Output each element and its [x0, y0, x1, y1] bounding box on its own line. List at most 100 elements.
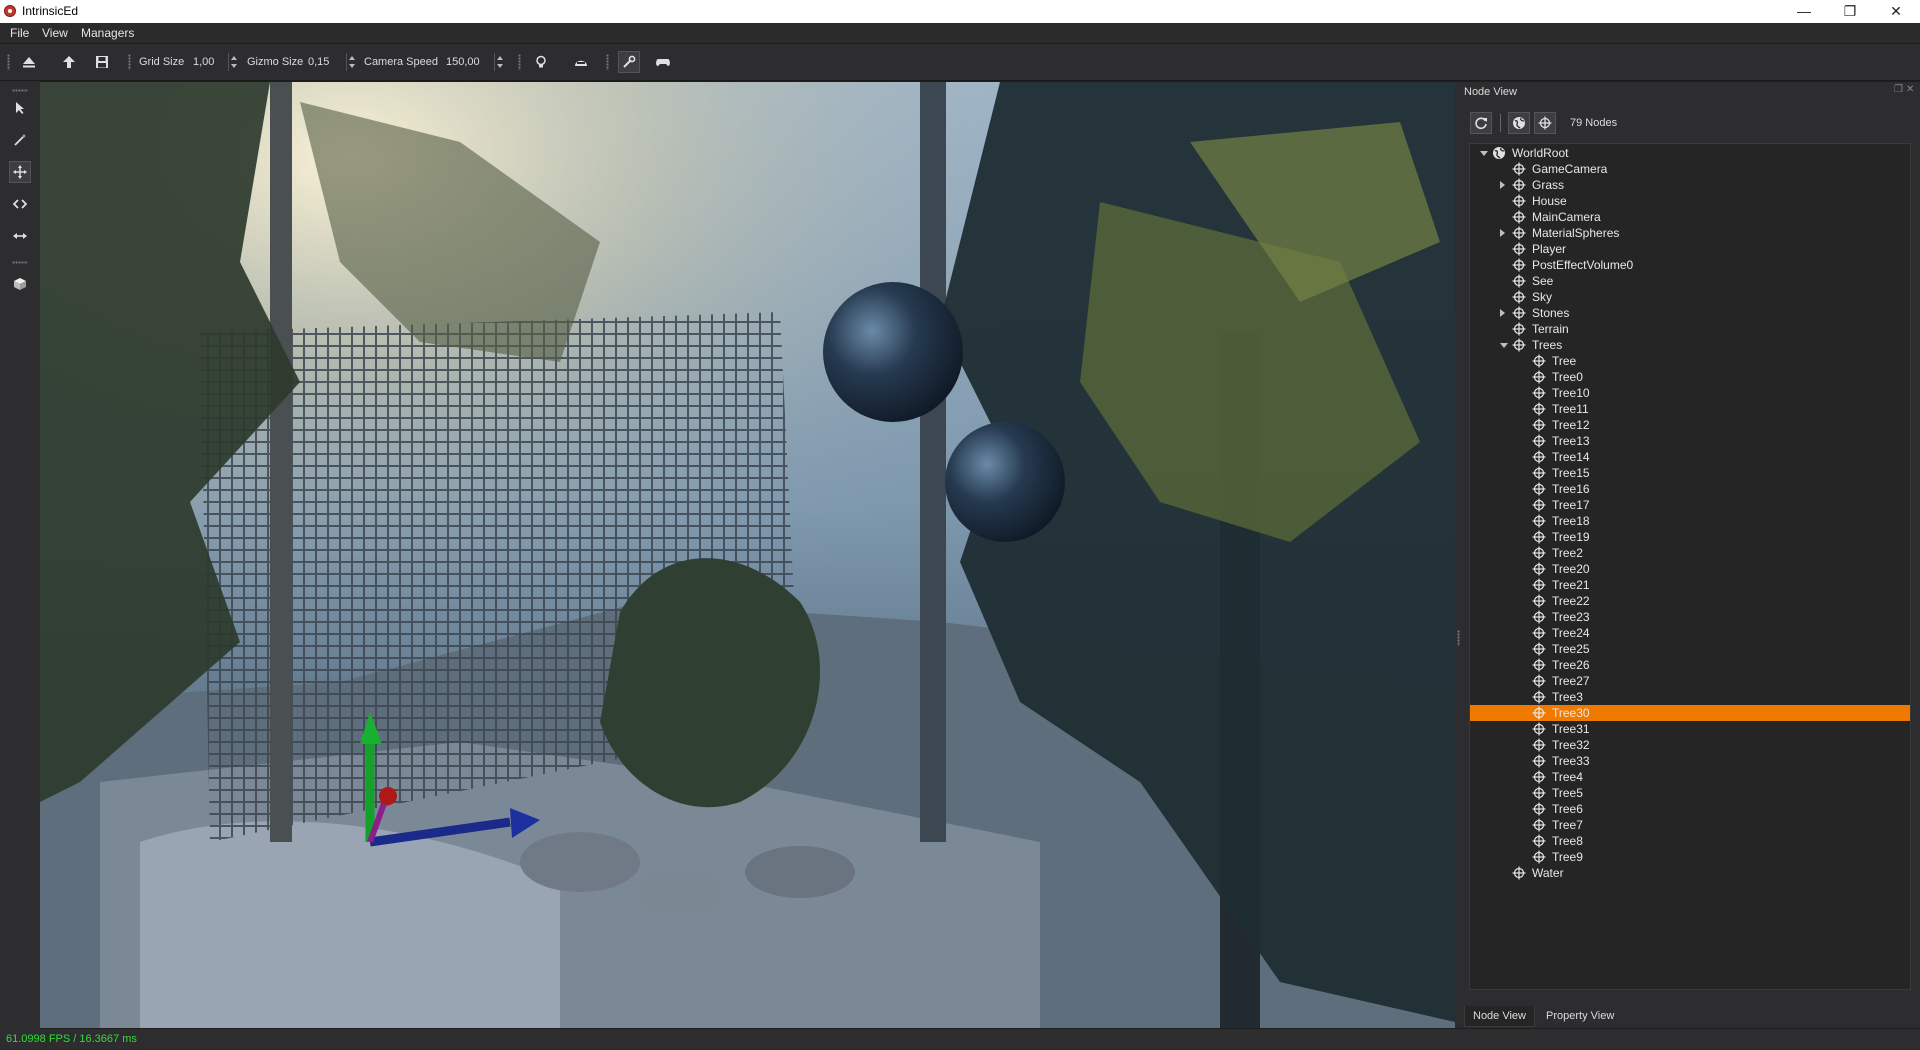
node-filter-icon[interactable]: [1534, 112, 1556, 134]
save-icon[interactable]: [91, 51, 113, 73]
tree-node-tree6[interactable]: Tree6: [1470, 801, 1910, 817]
tree-node-tree12[interactable]: Tree12: [1470, 417, 1910, 433]
tree-node-tree21[interactable]: Tree21: [1470, 577, 1910, 593]
collapse-arrow-icon[interactable]: [1500, 343, 1508, 348]
menu-managers[interactable]: Managers: [81, 26, 134, 40]
tree-node-sky[interactable]: Sky: [1470, 289, 1910, 305]
gizmo-size-spinner[interactable]: [346, 53, 356, 71]
menu-file[interactable]: File: [10, 26, 29, 40]
tree-node-tree17[interactable]: Tree17: [1470, 497, 1910, 513]
tree-node-grass[interactable]: Grass: [1470, 177, 1910, 193]
tab-node-view[interactable]: Node View: [1464, 1006, 1535, 1027]
node-crosshair-icon: [1512, 258, 1526, 272]
tree-node-tree11[interactable]: Tree11: [1470, 401, 1910, 417]
wrench-icon[interactable]: [618, 51, 640, 73]
gizmo-size-input[interactable]: 0,15: [308, 56, 329, 68]
panel-splitter[interactable]: [1455, 82, 1462, 1028]
menu-view[interactable]: View: [42, 26, 68, 40]
toolbar-grip[interactable]: [606, 54, 609, 70]
tree-node-tree7[interactable]: Tree7: [1470, 817, 1910, 833]
tree-node-worldroot[interactable]: WorldRoot: [1470, 145, 1910, 161]
tree-node-terrain[interactable]: Terrain: [1470, 321, 1910, 337]
grid-size-input[interactable]: 1,00: [193, 56, 214, 68]
tree-node-materialspheres[interactable]: MaterialSpheres: [1470, 225, 1910, 241]
tab-property-view[interactable]: Property View: [1538, 1006, 1622, 1026]
magic-wand-icon[interactable]: [9, 129, 31, 151]
tree-node-trees[interactable]: Trees: [1470, 337, 1910, 353]
tree-node-tree13[interactable]: Tree13: [1470, 433, 1910, 449]
move-icon[interactable]: [9, 161, 31, 183]
tree-node-house[interactable]: House: [1470, 193, 1910, 209]
float-panel-icon[interactable]: ❐: [1894, 85, 1904, 95]
collapse-arrow-icon[interactable]: [1480, 151, 1488, 156]
tree-node-see[interactable]: See: [1470, 273, 1910, 289]
expand-arrow-icon[interactable]: [1500, 229, 1505, 237]
tree-node-tree16[interactable]: Tree16: [1470, 481, 1910, 497]
tool-strip-grip[interactable]: [12, 261, 28, 264]
tool-strip-grip[interactable]: [12, 89, 28, 92]
node-crosshair-icon: [1532, 818, 1546, 832]
restore-button[interactable]: ❐: [1827, 0, 1873, 23]
cube-icon[interactable]: [9, 273, 31, 295]
toolbar-grip[interactable]: [518, 54, 521, 70]
tree-node-tree3[interactable]: Tree3: [1470, 689, 1910, 705]
tree-node-tree[interactable]: Tree: [1470, 353, 1910, 369]
tree-node-tree20[interactable]: Tree20: [1470, 561, 1910, 577]
camera-speed-spinner[interactable]: [494, 53, 504, 71]
tree-node-gamecamera[interactable]: GameCamera: [1470, 161, 1910, 177]
tree-node-tree22[interactable]: Tree22: [1470, 593, 1910, 609]
tree-node-label: PostEffectVolume0: [1532, 258, 1634, 272]
tree-node-tree2[interactable]: Tree2: [1470, 545, 1910, 561]
node-crosshair-icon: [1512, 290, 1526, 304]
splitter-grip[interactable]: [1457, 630, 1460, 646]
grid-size-spinner[interactable]: [228, 53, 238, 71]
tree-node-tree10[interactable]: Tree10: [1470, 385, 1910, 401]
tree-node-tree15[interactable]: Tree15: [1470, 465, 1910, 481]
toolbar-grip[interactable]: [7, 54, 10, 70]
tree-node-tree4[interactable]: Tree4: [1470, 769, 1910, 785]
minimize-button[interactable]: —: [1781, 0, 1827, 23]
lightbulb-icon[interactable]: [530, 51, 552, 73]
tree-node-tree24[interactable]: Tree24: [1470, 625, 1910, 641]
close-button[interactable]: ✕: [1873, 0, 1919, 23]
tree-node-maincamera[interactable]: MainCamera: [1470, 209, 1910, 225]
helmet-icon[interactable]: [570, 51, 592, 73]
camera-speed-input[interactable]: 150,00: [446, 56, 480, 68]
tree-node-tree19[interactable]: Tree19: [1470, 529, 1910, 545]
tree-node-tree32[interactable]: Tree32: [1470, 737, 1910, 753]
tree-node-tree8[interactable]: Tree8: [1470, 833, 1910, 849]
gamepad-icon[interactable]: [652, 51, 674, 73]
tree-node-tree0[interactable]: Tree0: [1470, 369, 1910, 385]
tree-node-label: Stones: [1532, 306, 1570, 320]
tree-node-tree33[interactable]: Tree33: [1470, 753, 1910, 769]
node-tree[interactable]: WorldRoot GameCamera Grass House MainCamera M…: [1469, 143, 1911, 990]
tree-node-tree27[interactable]: Tree27: [1470, 673, 1910, 689]
tree-node-tree9[interactable]: Tree9: [1470, 849, 1910, 865]
select-arrow-icon[interactable]: [9, 97, 31, 119]
scale-icon[interactable]: [9, 225, 31, 247]
tree-node-tree5[interactable]: Tree5: [1470, 785, 1910, 801]
rotate-icon[interactable]: [9, 193, 31, 215]
expand-arrow-icon[interactable]: [1500, 309, 1505, 317]
refresh-icon[interactable]: [1470, 112, 1492, 134]
tree-node-water[interactable]: Water: [1470, 865, 1910, 881]
tree-node-stones[interactable]: Stones: [1470, 305, 1910, 321]
tree-node-tree30[interactable]: Tree30: [1470, 705, 1910, 721]
tree-node-posteffectvolume0[interactable]: PostEffectVolume0: [1470, 257, 1910, 273]
tree-node-tree31[interactable]: Tree31: [1470, 721, 1910, 737]
tree-node-tree23[interactable]: Tree23: [1470, 609, 1910, 625]
tree-node-tree26[interactable]: Tree26: [1470, 657, 1910, 673]
node-crosshair-icon: [1532, 482, 1546, 496]
globe-filter-icon[interactable]: [1508, 112, 1530, 134]
tree-node-tree14[interactable]: Tree14: [1470, 449, 1910, 465]
tree-node-player[interactable]: Player: [1470, 241, 1910, 257]
eject-icon[interactable]: [18, 51, 40, 73]
close-panel-icon[interactable]: ✕: [1906, 85, 1916, 95]
tree-node-label: Tree4: [1552, 770, 1583, 784]
tree-node-tree25[interactable]: Tree25: [1470, 641, 1910, 657]
tree-node-tree18[interactable]: Tree18: [1470, 513, 1910, 529]
expand-arrow-icon[interactable]: [1500, 181, 1505, 189]
toolbar-grip[interactable]: [128, 54, 131, 70]
arrow-up-icon[interactable]: [58, 51, 80, 73]
scene-viewport[interactable]: [40, 82, 1455, 1028]
